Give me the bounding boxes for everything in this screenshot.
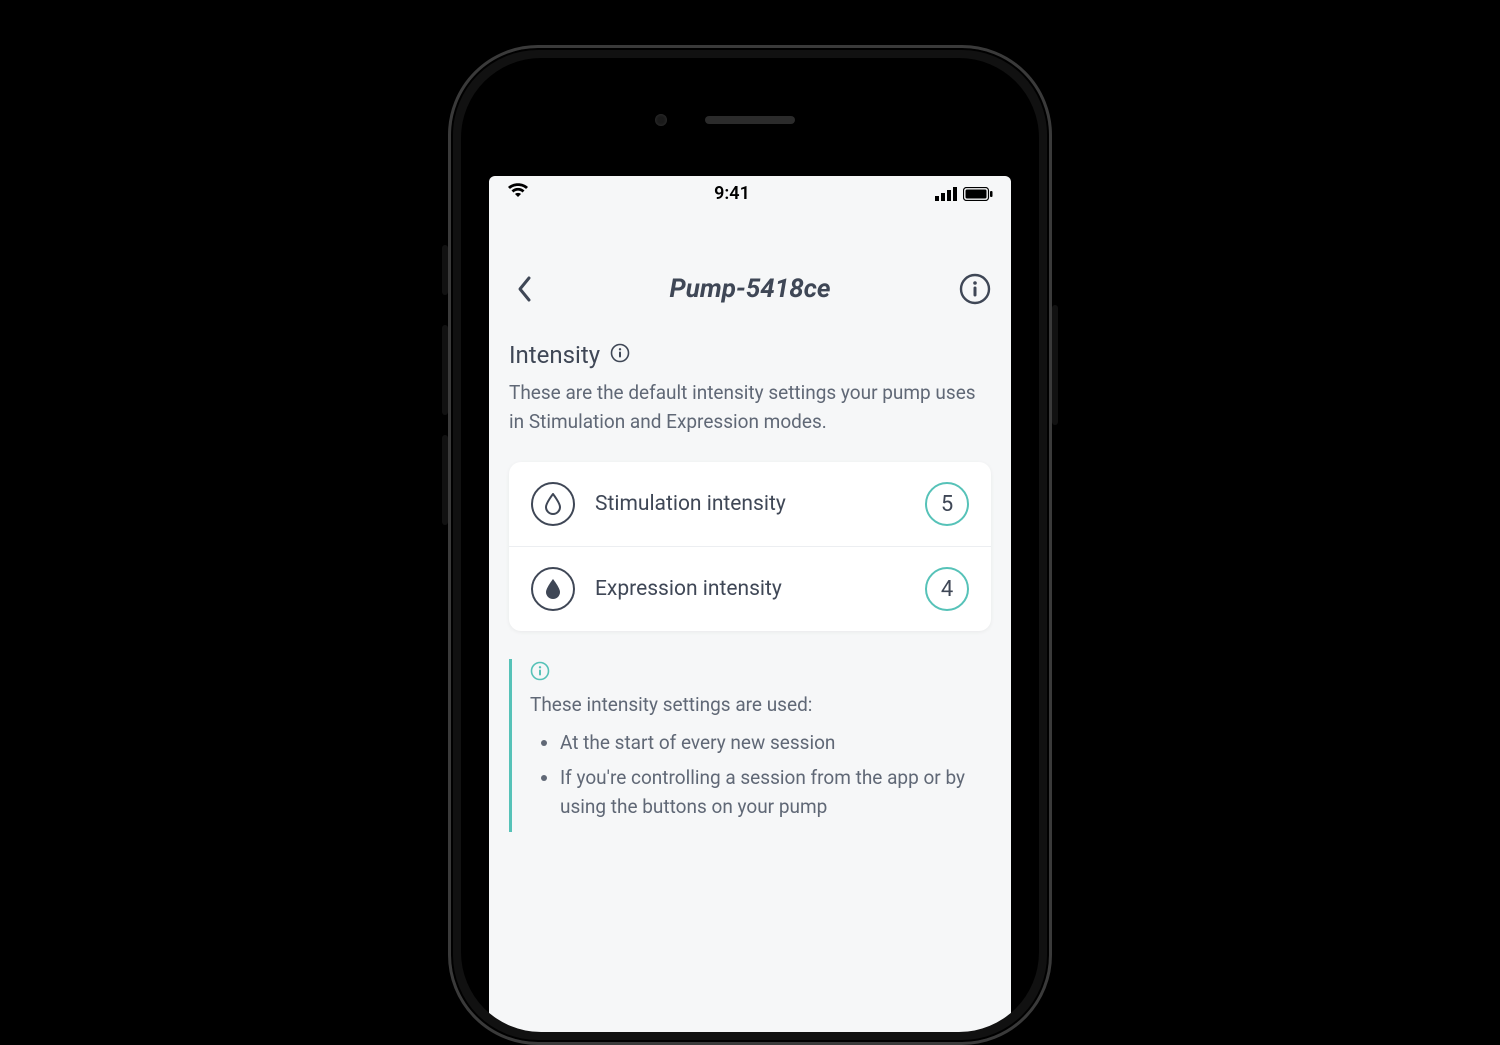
drop-outline-icon: [531, 482, 575, 526]
expression-intensity-row[interactable]: Expression intensity 4: [509, 546, 991, 631]
expression-value: 4: [925, 567, 969, 611]
earpiece: [705, 116, 795, 124]
phone-frame: 9:41: [448, 45, 1052, 1045]
intensity-card: Stimulation intensity 5 Expression inten…: [509, 462, 991, 631]
info-block: These intensity settings are used: At th…: [509, 659, 991, 832]
nav-header: Pump-5418ce: [489, 211, 1011, 331]
screen: 9:41: [489, 176, 1011, 1032]
cellular-signal-icon: [935, 187, 957, 201]
info-bullet: At the start of every new session: [560, 728, 991, 757]
status-time: 9:41: [714, 183, 750, 204]
status-bar: 9:41: [489, 176, 1011, 211]
info-icon: [610, 343, 630, 363]
info-icon: [959, 273, 991, 305]
section-description: These are the default intensity settings…: [509, 379, 991, 436]
info-lead: These intensity settings are used:: [530, 691, 991, 720]
stimulation-intensity-row[interactable]: Stimulation intensity 5: [509, 462, 991, 546]
drop-filled-icon: [531, 567, 575, 611]
battery-icon: [963, 187, 993, 201]
info-bullet: If you're controlling a session from the…: [560, 763, 991, 822]
phone-mockup: 9:41: [448, 45, 1052, 1045]
wifi-icon: [507, 183, 529, 204]
section-title: Intensity: [509, 341, 600, 369]
back-button[interactable]: [503, 267, 547, 311]
info-button[interactable]: [953, 267, 997, 311]
row-label: Stimulation intensity: [595, 492, 905, 516]
page-title: Pump-5418ce: [669, 274, 830, 304]
side-button: [1052, 305, 1058, 425]
stimulation-value: 5: [925, 482, 969, 526]
info-icon: [530, 661, 550, 681]
front-camera: [655, 114, 667, 126]
phone-bezel: 9:41: [461, 58, 1039, 1032]
row-label: Expression intensity: [595, 577, 905, 601]
section-info-button[interactable]: [610, 343, 630, 367]
chevron-left-icon: [516, 275, 534, 303]
info-list: At the start of every new session If you…: [530, 728, 991, 822]
content: Intensity These are the default intensit…: [489, 331, 1011, 832]
